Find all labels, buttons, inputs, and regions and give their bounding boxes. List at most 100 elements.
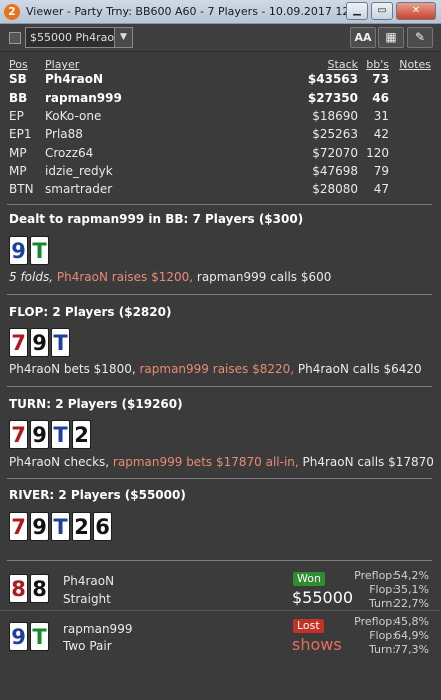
player-name: idzie_redyk <box>45 164 113 178</box>
card: 6 <box>93 512 112 541</box>
pot-filter-value: $55000 Ph4raoN <box>30 31 123 44</box>
action-text: 5 folds, <box>9 270 57 284</box>
card: 2 <box>72 420 91 449</box>
card: 7 <box>9 420 28 449</box>
player-row[interactable]: SB Ph4raoN $43563 73 <box>0 72 441 90</box>
header-pos[interactable]: Pos <box>9 58 28 71</box>
divider <box>7 204 432 205</box>
player-pos: BB <box>9 91 28 105</box>
header-stack[interactable]: Stack <box>328 58 358 71</box>
equity-label: Turn: <box>368 643 396 656</box>
window-title: Viewer - Party Trny: BB600 A60 - 7 Playe… <box>26 5 368 18</box>
player-name: KoKo-one <box>45 109 102 123</box>
font-size-button[interactable]: AA <box>350 27 376 48</box>
minimize-button[interactable]: ▁ <box>346 2 368 20</box>
turn-actions: Ph4raoN checks, rapman999 bets $17870 al… <box>9 455 434 469</box>
action-text: Ph4raoN checks, <box>9 455 113 469</box>
close-button[interactable]: ✕ <box>396 2 436 20</box>
lost-badge: Lost <box>293 619 324 633</box>
divider <box>7 478 432 479</box>
card: T <box>30 622 49 651</box>
card: 8 <box>30 574 49 603</box>
grid-icon[interactable]: ▦ <box>378 27 404 48</box>
player-row[interactable]: EP1 Prla88 $25263 42 <box>0 127 441 145</box>
title-bar: 2 Viewer - Party Trny: BB600 A60 - 7 Pla… <box>0 0 441 24</box>
river-title: RIVER: 2 Players ($55000) <box>9 488 186 502</box>
flop-title: FLOP: 2 Players ($2820) <box>9 305 172 319</box>
pot-filter-dropdown[interactable]: $55000 Ph4raoN ▼ <box>25 27 133 48</box>
equity-label: Flop: <box>369 583 396 596</box>
equity-label: Flop: <box>369 629 396 642</box>
player-bbs: 120 <box>366 146 389 160</box>
player-name: Prla88 <box>45 127 83 141</box>
action-text: rapman999 bets $17870 all-in, <box>112 455 303 469</box>
player-stack: $25263 <box>312 127 358 141</box>
card: T <box>51 328 70 357</box>
card: T <box>51 420 70 449</box>
player-name: smartrader <box>45 182 113 196</box>
card: 9 <box>30 420 49 449</box>
action-text: Ph4raoN calls $17870 <box>302 455 434 469</box>
winner-name: Ph4raoN <box>63 574 115 588</box>
card: 8 <box>9 574 28 603</box>
player-row[interactable]: MP idzie_redyk $47698 79 <box>0 164 441 182</box>
winner-hand: Straight <box>63 592 111 606</box>
preflop-actions: 5 folds, Ph4raoN raises $1200, rapman999… <box>9 270 331 284</box>
player-pos: MP <box>9 146 27 160</box>
maximize-button[interactable]: ▭ <box>371 2 393 20</box>
player-row[interactable]: BB rapman999 $27350 46 <box>0 91 441 109</box>
card: T <box>51 512 70 541</box>
divider <box>7 294 432 295</box>
card: 9 <box>9 622 28 651</box>
card: T <box>30 236 49 265</box>
equity-label: Turn: <box>368 597 396 610</box>
flop-actions: Ph4raoN bets $1800, rapman999 raises $82… <box>9 362 422 376</box>
player-row[interactable]: BTN smartrader $28080 47 <box>0 182 441 200</box>
header-bbs[interactable]: bb's <box>366 58 389 71</box>
shows-text: shows <box>292 635 342 654</box>
equity-turn: 77,3% <box>394 643 429 656</box>
action-text: rapman999 calls $600 <box>196 270 332 284</box>
won-badge: Won <box>293 572 325 586</box>
player-bbs: 47 <box>373 182 389 196</box>
player-bbs: 31 <box>373 109 389 123</box>
action-text: rapman999 raises $8220, <box>139 362 298 376</box>
equity-flop: 64,9% <box>394 629 429 642</box>
player-row[interactable]: EP KoKo-one $18690 31 <box>0 109 441 127</box>
chevron-down-icon[interactable]: ▼ <box>114 28 132 47</box>
equity-preflop: 54,2% <box>394 569 429 582</box>
player-pos: EP1 <box>9 127 32 141</box>
header-player[interactable]: Player <box>45 58 79 71</box>
equity-turn: 22,7% <box>394 597 429 610</box>
app-icon: 2 <box>4 4 20 20</box>
select-checkbox[interactable] <box>9 32 21 44</box>
loser-hand: Two Pair <box>63 639 112 653</box>
player-stack: $43563 <box>307 72 358 86</box>
edit-pencil-icon[interactable]: ✎ <box>407 27 433 48</box>
player-pos: SB <box>9 72 27 86</box>
toolbar: $55000 Ph4raoN ▼ AA ▦ ✎ <box>0 24 441 52</box>
player-name: rapman999 <box>45 91 122 105</box>
player-bbs: 46 <box>372 91 389 105</box>
divider <box>0 610 441 611</box>
player-name: Ph4raoN <box>45 72 103 86</box>
action-text: Ph4raoN raises $1200, <box>56 270 197 284</box>
turn-title: TURN: 2 Players ($19260) <box>9 397 183 411</box>
player-stack: $72070 <box>312 146 358 160</box>
player-stack: $28080 <box>312 182 358 196</box>
equity-flop: 35,1% <box>394 583 429 596</box>
action-text: Ph4raoN calls $6420 <box>297 362 422 376</box>
player-stack: $27350 <box>307 91 358 105</box>
won-amount: $55000 <box>292 588 354 607</box>
player-stack: $47698 <box>312 164 358 178</box>
player-row[interactable]: MP Crozz64 $72070 120 <box>0 146 441 164</box>
equity-label: Preflop: <box>354 569 396 582</box>
preflop-title: Dealt to rapman999 in BB: 7 Players ($30… <box>9 212 304 226</box>
header-notes[interactable]: Notes <box>399 58 431 71</box>
player-bbs: 79 <box>373 164 389 178</box>
player-name: Crozz64 <box>45 146 94 160</box>
divider <box>7 386 432 387</box>
card: 9 <box>30 328 49 357</box>
divider <box>7 560 432 561</box>
player-bbs: 42 <box>373 127 389 141</box>
